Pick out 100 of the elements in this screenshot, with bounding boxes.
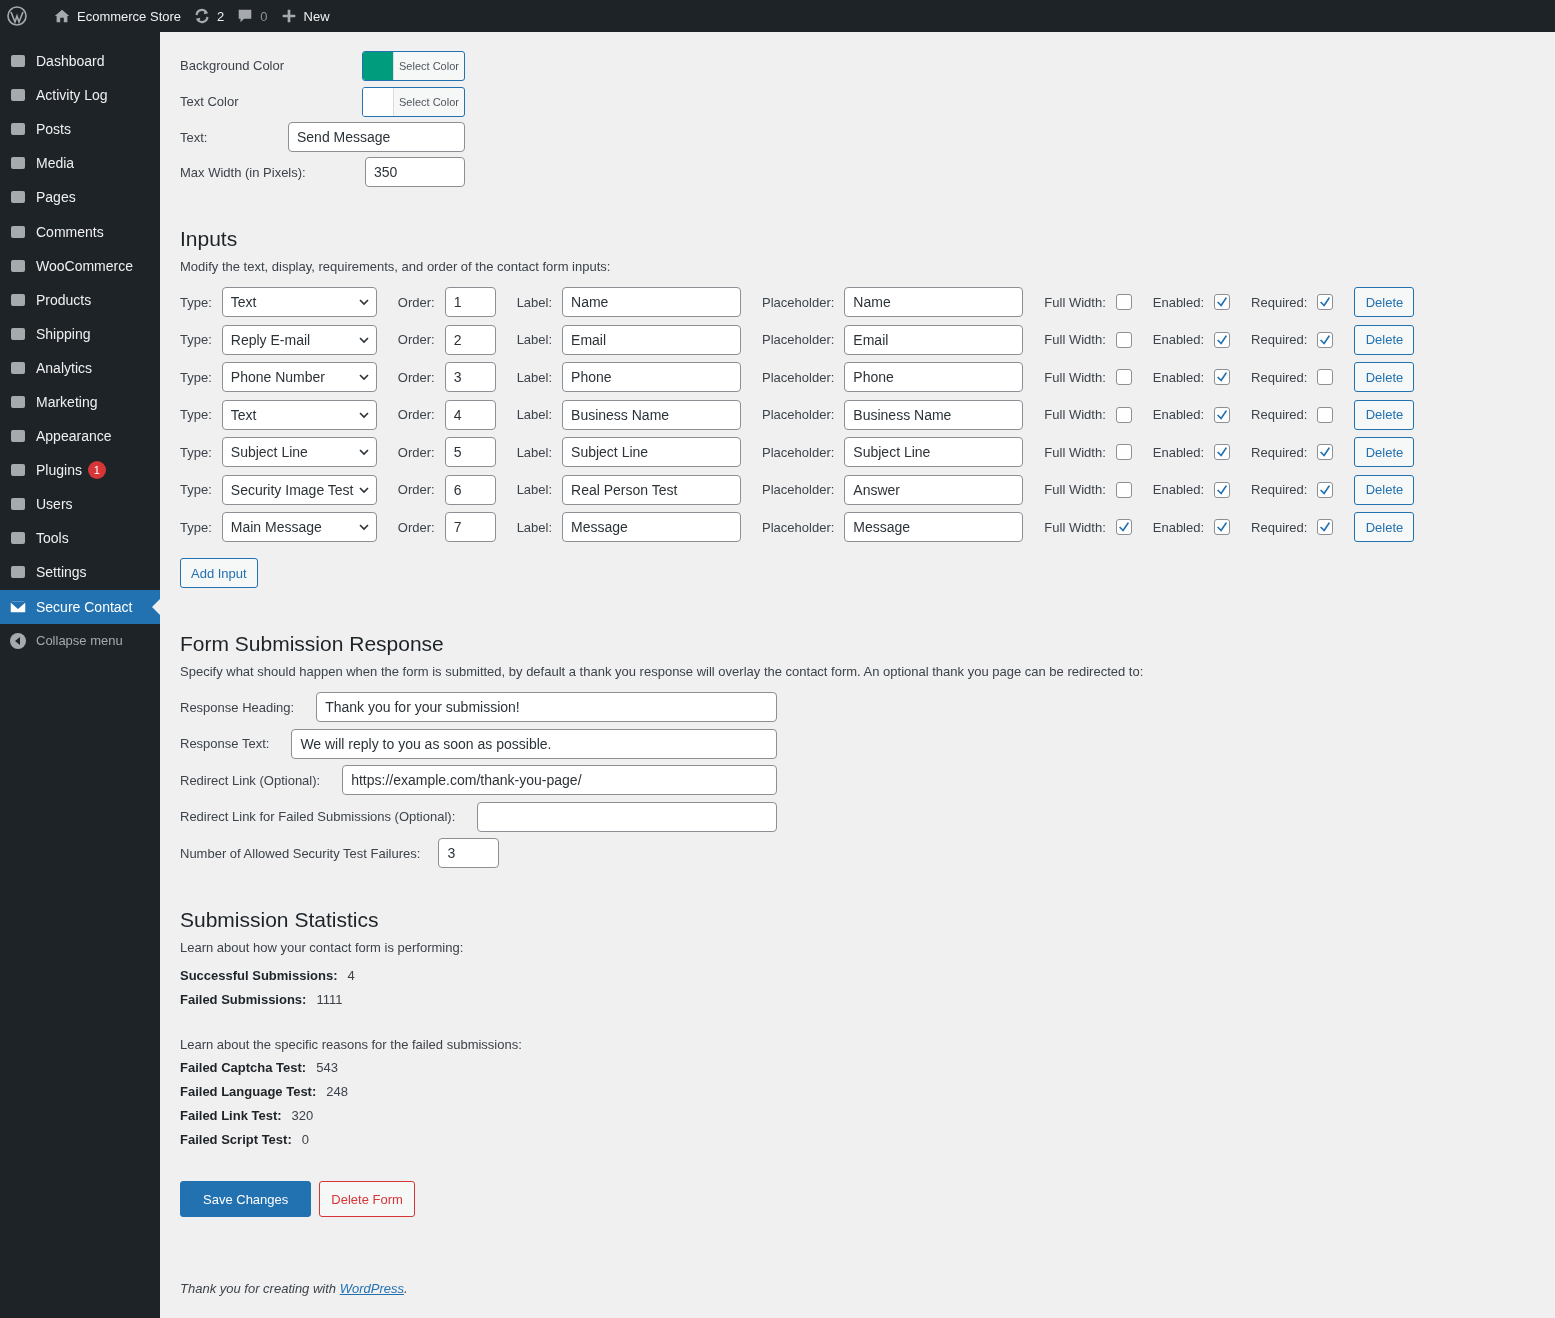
- full-width-checkbox[interactable]: [1115, 331, 1132, 348]
- sidebar-item[interactable]: Appearance: [0, 419, 160, 454]
- wordpress-logo-icon[interactable]: [7, 6, 27, 26]
- field-label: Response Heading:: [180, 699, 295, 715]
- placeholder-field[interactable]: Phone: [844, 362, 1024, 392]
- delete-button[interactable]: Delete: [1354, 512, 1415, 542]
- label-field[interactable]: Real Person Test: [562, 474, 742, 505]
- required-checkbox[interactable]: [1317, 444, 1334, 460]
- save-changes-button[interactable]: Save Changes: [180, 1181, 312, 1217]
- new-link[interactable]: New: [303, 8, 330, 24]
- sidebar-item[interactable]: Shipping: [0, 316, 160, 351]
- sidebar-item[interactable]: Activity Log: [0, 78, 160, 113]
- sidebar-item[interactable]: Plugins 1: [0, 453, 160, 488]
- delete-button[interactable]: Delete: [1354, 324, 1415, 355]
- field-label: Enabled:: [1152, 369, 1205, 385]
- full-width-checkbox[interactable]: [1115, 406, 1132, 423]
- enabled-checkbox[interactable]: [1214, 519, 1231, 535]
- delete-form-button[interactable]: Delete Form: [319, 1181, 415, 1217]
- order-field[interactable]: 3: [444, 362, 496, 392]
- full-width-checkbox[interactable]: [1115, 294, 1132, 310]
- order-field[interactable]: 7: [444, 512, 496, 542]
- home-icon[interactable]: [53, 7, 71, 25]
- sidebar-item[interactable]: Products: [0, 282, 160, 317]
- full-width-checkbox[interactable]: [1115, 481, 1132, 498]
- field-label: Required:: [1251, 519, 1308, 535]
- full-width-checkbox[interactable]: [1115, 444, 1132, 460]
- sidebar-item[interactable]: Dashboard: [0, 44, 160, 79]
- required-checkbox[interactable]: [1317, 331, 1334, 348]
- label-field[interactable]: Email: [562, 324, 742, 355]
- required-checkbox[interactable]: [1317, 481, 1334, 498]
- type-dropdown[interactable]: Security Image Test: [221, 474, 377, 505]
- required-checkbox[interactable]: [1317, 406, 1334, 423]
- color-picker-button[interactable]: Select Color: [362, 86, 465, 117]
- sidebar-item[interactable]: Settings: [0, 555, 160, 590]
- sidebar-item[interactable]: Pages: [0, 180, 160, 215]
- delete-button[interactable]: Delete: [1354, 287, 1415, 317]
- required-checkbox[interactable]: [1317, 369, 1334, 385]
- type-dropdown[interactable]: Reply E-mail: [221, 324, 377, 355]
- order-field[interactable]: 2: [444, 324, 496, 355]
- placeholder-field[interactable]: Name: [844, 287, 1024, 317]
- wordpress-link[interactable]: WordPress: [339, 1281, 404, 1296]
- type-dropdown[interactable]: Main Message: [221, 512, 377, 542]
- required-checkbox[interactable]: [1317, 519, 1334, 535]
- delete-button[interactable]: Delete: [1354, 437, 1415, 467]
- add-input-button[interactable]: Add Input: [180, 558, 258, 588]
- updates-count[interactable]: 2: [217, 8, 225, 24]
- input-field[interactable]: 350: [365, 157, 465, 187]
- sidebar-item[interactable]: Media: [0, 146, 160, 181]
- input-field[interactable]: Thank you for your submission!: [316, 692, 777, 722]
- input-field[interactable]: https://example.com/thank-you-page/: [342, 765, 777, 795]
- enabled-checkbox[interactable]: [1214, 369, 1231, 385]
- full-width-checkbox[interactable]: [1115, 519, 1132, 535]
- label-field[interactable]: Name: [562, 287, 742, 317]
- collapse-menu-button[interactable]: Collapse menu: [0, 623, 160, 658]
- order-field[interactable]: 5: [444, 437, 496, 467]
- enabled-checkbox[interactable]: [1214, 331, 1231, 348]
- label-field[interactable]: Phone: [562, 362, 742, 392]
- required-checkbox[interactable]: [1317, 294, 1334, 310]
- type-dropdown[interactable]: Text: [221, 399, 377, 430]
- order-field[interactable]: 6: [444, 474, 496, 505]
- sidebar-item[interactable]: Marketing: [0, 384, 160, 420]
- field-label: Type:: [180, 519, 212, 535]
- delete-button[interactable]: Delete: [1354, 399, 1415, 430]
- site-name-link[interactable]: Ecommerce Store: [77, 8, 182, 24]
- sidebar-item[interactable]: WooCommerce: [0, 248, 160, 283]
- order-field[interactable]: 4: [444, 399, 496, 430]
- label-field[interactable]: Message: [562, 512, 742, 542]
- sidebar-item[interactable]: Tools: [0, 521, 160, 556]
- sidebar-item[interactable]: Users: [0, 487, 160, 522]
- sidebar-item[interactable]: Posts: [0, 112, 160, 147]
- delete-button[interactable]: Delete: [1354, 474, 1415, 505]
- input-field[interactable]: We will reply to you as soon as possible.: [291, 728, 777, 759]
- order-field[interactable]: 1: [444, 287, 496, 317]
- color-picker-button[interactable]: Select Color: [362, 50, 465, 81]
- comments-count[interactable]: 0: [260, 8, 268, 24]
- field-label: Order:: [397, 369, 435, 385]
- sidebar-item[interactable]: Secure Contact: [0, 589, 160, 624]
- placeholder-field[interactable]: Message: [844, 512, 1024, 542]
- enabled-checkbox[interactable]: [1214, 294, 1231, 310]
- field-label: Type:: [180, 369, 212, 385]
- type-dropdown[interactable]: Subject Line: [221, 437, 377, 467]
- placeholder-field[interactable]: Subject Line: [844, 437, 1024, 467]
- type-dropdown[interactable]: Text: [221, 287, 377, 317]
- enabled-checkbox[interactable]: [1214, 406, 1231, 423]
- sidebar-item[interactable]: Analytics: [0, 350, 160, 385]
- enabled-checkbox[interactable]: [1214, 481, 1231, 498]
- sidebar-item[interactable]: Comments: [0, 214, 160, 249]
- input-field[interactable]: 3: [438, 838, 500, 868]
- enabled-checkbox[interactable]: [1214, 444, 1231, 460]
- input-field[interactable]: Send Message: [288, 122, 465, 152]
- label-field[interactable]: Subject Line: [562, 437, 742, 467]
- label-field[interactable]: Business Name: [562, 399, 742, 430]
- full-width-checkbox[interactable]: [1115, 369, 1132, 385]
- chevron-down-icon: [357, 296, 370, 308]
- placeholder-field[interactable]: Answer: [844, 474, 1024, 505]
- type-dropdown[interactable]: Phone Number: [221, 362, 377, 392]
- placeholder-field[interactable]: Email: [844, 324, 1024, 355]
- input-field[interactable]: [477, 801, 777, 832]
- placeholder-field[interactable]: Business Name: [844, 399, 1024, 430]
- delete-button[interactable]: Delete: [1354, 362, 1415, 392]
